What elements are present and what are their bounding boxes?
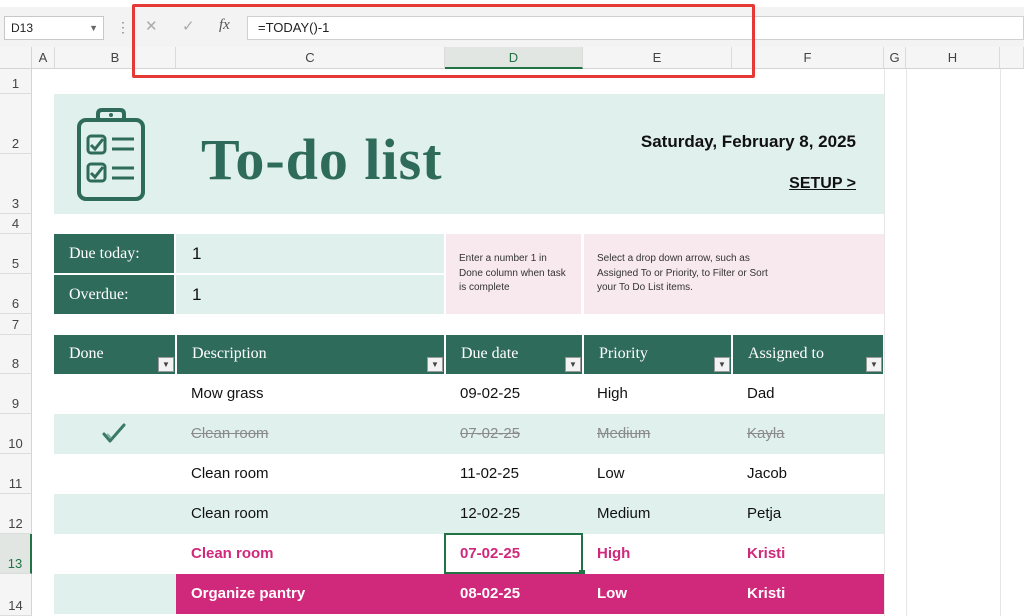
filter-dropdown-icon[interactable]: ▼ xyxy=(427,357,443,372)
row-header-14[interactable]: 14 xyxy=(0,574,32,616)
due-date-cell[interactable]: 11-02-25 xyxy=(460,454,519,494)
row-header-5[interactable]: 5 xyxy=(0,234,32,274)
due-date-cell[interactable]: 07-02-25 xyxy=(460,414,520,454)
row-header-10[interactable]: 10 xyxy=(0,414,32,454)
table-row[interactable]: Clean room 11-02-25 Low Jacob xyxy=(54,454,884,494)
description-cell[interactable]: Organize pantry xyxy=(191,574,305,614)
filter-dropdown-icon[interactable]: ▼ xyxy=(714,357,730,372)
overdue-value[interactable]: 1 xyxy=(176,275,444,314)
gridline xyxy=(906,69,907,616)
select-all-corner[interactable] xyxy=(0,47,32,69)
row-header-7[interactable]: 7 xyxy=(0,314,32,335)
priority-cell[interactable]: Low xyxy=(597,454,625,494)
table-row-due-today[interactable]: Organize pantry 08-02-25 Low Kristi xyxy=(176,574,884,614)
filter-dropdown-icon[interactable]: ▼ xyxy=(565,357,581,372)
column-header-g[interactable]: G xyxy=(884,47,906,69)
description-cell[interactable]: Clean room xyxy=(191,454,269,494)
setup-link[interactable]: SETUP > xyxy=(700,175,856,193)
header-assigned-to: Assigned to ▼ xyxy=(733,335,883,374)
priority-cell[interactable]: Medium xyxy=(597,414,650,454)
page-title: To-do list xyxy=(201,127,443,192)
current-date: Saturday, February 8, 2025 xyxy=(640,132,856,151)
assigned-cell[interactable]: Kristi xyxy=(747,574,785,614)
row-header-8[interactable]: 8 xyxy=(0,335,32,374)
check-icon xyxy=(102,423,126,443)
row-header-2[interactable]: 2 xyxy=(0,94,32,154)
drag-handle-icon[interactable]: ⋮ xyxy=(116,19,130,36)
header-done: Done ▼ xyxy=(54,335,175,374)
gridline xyxy=(1000,69,1001,616)
due-date-cell[interactable]: 08-02-25 xyxy=(460,574,520,614)
priority-cell[interactable]: Medium xyxy=(597,494,650,534)
gridline xyxy=(884,69,885,616)
header-priority: Priority ▼ xyxy=(584,335,731,374)
due-date-cell[interactable]: 09-02-25 xyxy=(460,374,520,414)
excel-window: D13 ▼ ⋮ ✕ ✓ fx =TODAY()-1 A B C D E F G … xyxy=(0,0,1024,616)
due-today-value[interactable]: 1 xyxy=(176,234,444,273)
assigned-cell[interactable]: Kayla xyxy=(747,414,785,454)
table-row[interactable]: Mow grass 09-02-25 High Dad xyxy=(54,374,884,414)
table-row[interactable]: Clean room 12-02-25 Medium Petja xyxy=(54,494,884,534)
assigned-cell[interactable]: Dad xyxy=(747,374,775,414)
row-header-1[interactable]: 1 xyxy=(0,69,32,94)
annotation-highlight-box xyxy=(132,4,755,78)
title-banner xyxy=(54,94,884,214)
assigned-cell[interactable]: Kristi xyxy=(747,534,785,574)
done-cell[interactable] xyxy=(54,574,176,614)
row-header-11[interactable]: 11 xyxy=(0,454,32,494)
column-header-h[interactable]: H xyxy=(906,47,1000,69)
row-header-13[interactable]: 13 xyxy=(0,534,32,574)
active-cell-d13[interactable] xyxy=(444,533,585,576)
due-date-cell[interactable]: 12-02-25 xyxy=(460,494,520,534)
row-header-4[interactable]: 4 xyxy=(0,214,32,234)
description-cell[interactable]: Clean room xyxy=(191,494,269,534)
overdue-label: Overdue: xyxy=(54,275,174,314)
row-header-3[interactable]: 3 xyxy=(0,154,32,214)
filter-dropdown-icon[interactable]: ▼ xyxy=(158,357,174,372)
table-row[interactable]: Clean room 07-02-25 Medium Kayla xyxy=(54,414,884,454)
filter-dropdown-icon[interactable]: ▼ xyxy=(866,357,882,372)
name-box-value: D13 xyxy=(11,21,34,35)
assigned-cell[interactable]: Petja xyxy=(747,494,781,534)
priority-cell[interactable]: Low xyxy=(597,574,627,614)
assigned-cell[interactable]: Jacob xyxy=(747,454,787,494)
chevron-down-icon[interactable]: ▼ xyxy=(89,17,98,39)
header-due-date: Due date ▼ xyxy=(446,335,582,374)
due-today-label: Due today: xyxy=(54,234,174,273)
tip-done-column: Enter a number 1 in Done column when tas… xyxy=(446,234,581,314)
priority-cell[interactable]: High xyxy=(597,374,628,414)
description-cell[interactable]: Clean room xyxy=(191,414,269,454)
row-header-9[interactable]: 9 xyxy=(0,374,32,414)
header-description: Description ▼ xyxy=(177,335,444,374)
row-header-6[interactable]: 6 xyxy=(0,274,32,314)
clipboard-checklist-icon xyxy=(77,108,145,201)
description-cell[interactable]: Mow grass xyxy=(191,374,264,414)
tip-filter-sort: Select a drop down arrow, such as Assign… xyxy=(584,234,884,314)
column-header-next[interactable] xyxy=(1000,47,1024,69)
name-box[interactable]: D13 ▼ xyxy=(4,16,104,40)
priority-cell[interactable]: High xyxy=(597,534,630,574)
row-header-12[interactable]: 12 xyxy=(0,494,32,534)
column-header-a[interactable]: A xyxy=(32,47,55,69)
description-cell[interactable]: Clean room xyxy=(191,534,274,574)
